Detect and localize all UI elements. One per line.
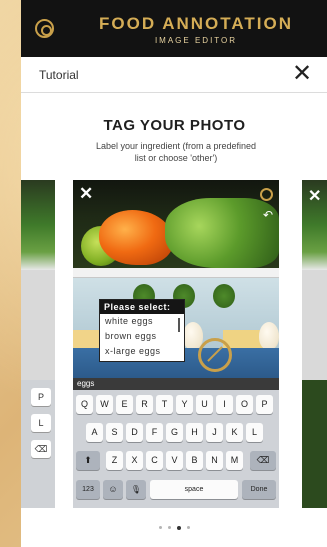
lettuce-image <box>165 198 279 268</box>
herb-image <box>213 284 235 308</box>
key-q[interactable]: Q <box>76 395 93 414</box>
microphone-key[interactable]: 🎙 <box>126 480 146 499</box>
slide-title: TAG YOUR PHOTO <box>103 117 246 134</box>
key-u[interactable]: U <box>196 395 213 414</box>
app-logo-icon <box>260 188 273 201</box>
slide-pager <box>21 519 327 530</box>
slide-description: Label your ingredient (from a predefined… <box>95 141 257 163</box>
dropdown-title: Please select: <box>100 300 184 314</box>
pager-dot[interactable] <box>168 526 171 530</box>
app-logo-icon <box>35 19 54 38</box>
dropdown-option[interactable]: white eggs <box>100 314 184 329</box>
dropdown-option[interactable]: x-large eggs <box>100 344 184 359</box>
key: ⌫ <box>31 440 51 458</box>
food-photo <box>73 180 279 275</box>
undo-icon[interactable]: ↶ <box>263 208 273 222</box>
backspace-key[interactable]: ⌫ <box>250 451 276 470</box>
ingredient-dropdown[interactable]: Please select: white eggs brown eggs x-l… <box>99 299 185 362</box>
key-z[interactable]: Z <box>106 451 123 470</box>
pager-dot[interactable] <box>159 526 162 530</box>
key-b[interactable]: B <box>186 451 203 470</box>
key-x[interactable]: X <box>126 451 143 470</box>
photo-preview <box>302 380 327 508</box>
key-n[interactable]: N <box>206 451 223 470</box>
done-key[interactable]: Done <box>242 480 276 499</box>
key: P <box>31 388 51 406</box>
key-v[interactable]: V <box>166 451 183 470</box>
previous-slide-card[interactable]: P L ⌫ <box>21 180 55 508</box>
close-icon: ✕ <box>308 188 322 205</box>
pager-dot-active[interactable] <box>177 525 181 530</box>
tag-input[interactable]: eggs <box>73 378 279 390</box>
shift-key[interactable]: ⬆ <box>76 451 100 470</box>
next-slide-card[interactable]: ✕ <box>302 180 327 508</box>
app-subtitle: IMAGE EDITOR <box>154 36 238 45</box>
fridge-shelf <box>73 268 279 278</box>
tutorial-header: Tutorial ✕ <box>21 57 327 93</box>
app-header-bar: FOOD ANNOTATION IMAGE EDITOR <box>21 0 327 57</box>
key-k[interactable]: K <box>226 423 243 442</box>
key-t[interactable]: T <box>156 395 173 414</box>
key-o[interactable]: O <box>236 395 253 414</box>
close-tutorial-button[interactable]: ✕ <box>290 61 314 87</box>
key-l[interactable]: L <box>246 423 263 442</box>
dropdown-option[interactable]: brown eggs <box>100 329 184 344</box>
space-key[interactable]: space <box>150 480 238 499</box>
numbers-key[interactable]: 123 <box>76 480 100 499</box>
food-photo <box>21 180 55 270</box>
egg-image <box>259 322 279 350</box>
dropdown-scrollbar[interactable] <box>178 318 180 332</box>
key-e[interactable]: E <box>116 395 133 414</box>
key-i[interactable]: I <box>216 395 233 414</box>
key-c[interactable]: C <box>146 451 163 470</box>
tutorial-slide-card: ✕ ↶ Please select: white eggs brown eggs… <box>73 180 279 508</box>
key-j[interactable]: J <box>206 423 223 442</box>
key: L <box>31 414 51 432</box>
phone-screen: FOOD ANNOTATION IMAGE EDITOR Tutorial ✕ … <box>21 0 327 547</box>
key-h[interactable]: H <box>186 423 203 442</box>
emoji-key[interactable]: ☺ <box>103 480 123 499</box>
key-d[interactable]: D <box>126 423 143 442</box>
key-w[interactable]: W <box>96 395 113 414</box>
pepper-image <box>99 210 173 265</box>
key-s[interactable]: S <box>106 423 123 442</box>
close-icon[interactable]: ✕ <box>79 184 93 204</box>
key-r[interactable]: R <box>136 395 153 414</box>
app-title: FOOD ANNOTATION <box>99 14 293 33</box>
tag-marker-icon[interactable] <box>198 338 232 372</box>
key-m[interactable]: M <box>226 451 243 470</box>
key-p[interactable]: P <box>256 395 273 414</box>
onscreen-keyboard: Q W E R T Y U I O P A S D F G H J K L ⬆ … <box>73 390 279 508</box>
key-f[interactable]: F <box>146 423 163 442</box>
tutorial-title: Tutorial <box>39 68 79 82</box>
keyboard-preview: P L ⌫ <box>21 380 55 508</box>
pager-dot[interactable] <box>187 526 190 530</box>
key-g[interactable]: G <box>166 423 183 442</box>
key-y[interactable]: Y <box>176 395 193 414</box>
key-a[interactable]: A <box>86 423 103 442</box>
